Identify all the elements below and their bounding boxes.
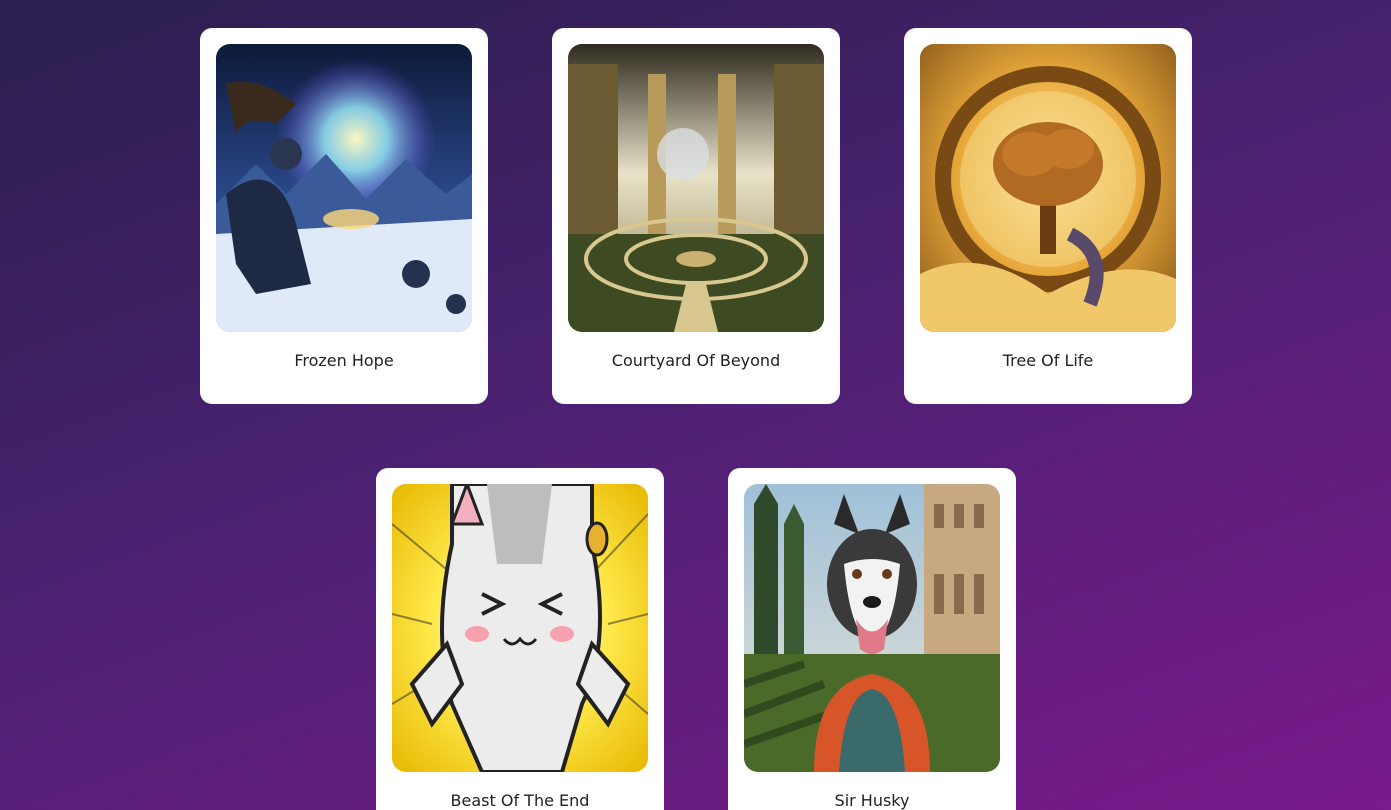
- card-title: Beast Of The End: [450, 791, 590, 810]
- card-title: Sir Husky: [834, 791, 910, 810]
- gallery-card-tree-of-life[interactable]: Tree Of Life: [904, 28, 1192, 404]
- card-title: Courtyard Of Beyond: [611, 351, 781, 370]
- card-title: Frozen Hope: [294, 351, 394, 370]
- gallery-card-beast-of-the-end[interactable]: Beast Of The End: [376, 468, 664, 810]
- sir-husky-image[interactable]: [744, 484, 1000, 772]
- beast-of-the-end-image[interactable]: [392, 484, 648, 772]
- gallery-card-frozen-hope[interactable]: Frozen Hope: [200, 28, 488, 404]
- tree-of-life-image[interactable]: [920, 44, 1176, 332]
- frozen-hope-image[interactable]: [216, 44, 472, 332]
- card-title: Tree Of Life: [1002, 351, 1094, 370]
- gallery-card-courtyard-of-beyond[interactable]: Courtyard Of Beyond: [552, 28, 840, 404]
- gallery-card-sir-husky[interactable]: Sir Husky: [728, 468, 1016, 810]
- courtyard-of-beyond-image[interactable]: [568, 44, 824, 332]
